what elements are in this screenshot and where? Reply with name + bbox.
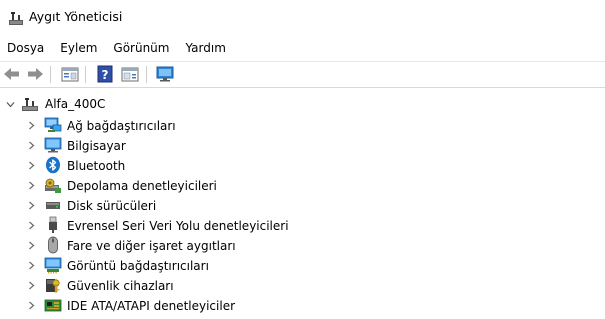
tree-item-label: Görüntü bağdaştırıcıları: [67, 259, 209, 273]
tree-item-label: Bluetooth: [67, 159, 126, 173]
tree-item-label: Bilgisayar: [67, 139, 126, 153]
disk-drive-icon: [46, 202, 60, 209]
device-manager-window: Aygıt Yöneticisi Dosya Eylem Görünüm Yar…: [0, 0, 605, 319]
properties-icon[interactable]: [60, 65, 80, 83]
tree-item-usb-controllers[interactable]: Evrensel Seri Veri Yolu denetleyicileri: [0, 216, 605, 236]
tree-item-storage-controllers[interactable]: Depolama denetleyicileri: [0, 176, 605, 196]
toolbar-separator: [50, 66, 51, 83]
ide-controller-icon: [44, 299, 62, 312]
chevron-right-icon[interactable]: [27, 221, 36, 230]
root-label: Alfa_400C: [45, 97, 106, 111]
window-title: Aygıt Yöneticisi: [29, 9, 123, 24]
tree-item-ide-controllers[interactable]: IDE ATA/ATAPI denetleyiciler: [0, 296, 605, 316]
chevron-down-icon[interactable]: [6, 100, 15, 109]
svg-text:?: ?: [102, 68, 109, 82]
update-driver-icon[interactable]: [120, 65, 140, 83]
display-adapter-icon: [44, 257, 62, 274]
back-arrow-icon[interactable]: [2, 65, 22, 83]
tree-item-label: IDE ATA/ATAPI denetleyiciler: [67, 299, 236, 313]
chevron-right-icon[interactable]: [27, 261, 36, 270]
menu-action[interactable]: Eylem: [54, 38, 103, 58]
tree-item-label: Fare ve diğer işaret aygıtları: [67, 239, 236, 253]
computer-monitor-icon: [44, 137, 62, 153]
toolbar: ?: [0, 61, 605, 88]
network-adapter-icon: [44, 117, 62, 132]
chevron-right-icon[interactable]: [27, 161, 36, 170]
monitor-icon[interactable]: [155, 65, 175, 83]
tree-item-label: Depolama denetleyicileri: [67, 179, 217, 193]
storage-controller-icon: [45, 178, 61, 193]
chevron-right-icon[interactable]: [27, 281, 36, 290]
tree-item-label: Evrensel Seri Veri Yolu denetleyicileri: [67, 219, 289, 233]
bluetooth-icon: [46, 156, 60, 174]
tree-item-label: Güvenlik cihazları: [67, 279, 174, 293]
tree-item-security-devices[interactable]: Güvenlik cihazları: [0, 276, 605, 296]
menu-view[interactable]: Görünüm: [107, 38, 175, 58]
tree-item-label: Disk sürücüleri: [67, 199, 157, 213]
chevron-right-icon[interactable]: [27, 141, 36, 150]
chevron-right-icon[interactable]: [27, 181, 36, 190]
toolbar-separator: [85, 66, 86, 83]
tree-item-disk-drives[interactable]: Disk sürücüleri: [0, 196, 605, 216]
tree-root-node[interactable]: Alfa_400C: [0, 94, 605, 114]
chevron-right-icon[interactable]: [27, 121, 36, 130]
toolbar-separator: [146, 66, 147, 83]
menu-help[interactable]: Yardım: [179, 38, 231, 58]
tree-item-network-adapters[interactable]: Ağ bağdaştırıcıları: [0, 116, 605, 136]
device-tree[interactable]: Alfa_400C Ağ bağdaştırıcıları Bilgisayar…: [0, 92, 605, 319]
security-device-icon: [46, 279, 60, 293]
menu-file[interactable]: Dosya: [1, 38, 50, 58]
chevron-right-icon[interactable]: [27, 241, 36, 250]
forward-arrow-icon[interactable]: [25, 65, 45, 83]
mouse-icon: [48, 236, 58, 254]
device-manager-icon: [9, 12, 23, 25]
chevron-right-icon[interactable]: [27, 301, 36, 310]
tree-item-mice[interactable]: Fare ve diğer işaret aygıtları: [0, 236, 605, 256]
computer-icon: [22, 98, 38, 111]
tree-item-label: Ağ bağdaştırıcıları: [67, 119, 176, 133]
menu-bar: Dosya Eylem Görünüm Yardım: [0, 37, 605, 59]
chevron-right-icon[interactable]: [27, 201, 36, 210]
title-bar: Aygıt Yöneticisi: [0, 0, 605, 36]
tree-item-bluetooth[interactable]: Bluetooth: [0, 156, 605, 176]
usb-icon: [49, 216, 57, 233]
tree-item-computer[interactable]: Bilgisayar: [0, 136, 605, 156]
help-icon[interactable]: ?: [95, 65, 115, 83]
tree-item-display-adapters[interactable]: Görüntü bağdaştırıcıları: [0, 256, 605, 276]
